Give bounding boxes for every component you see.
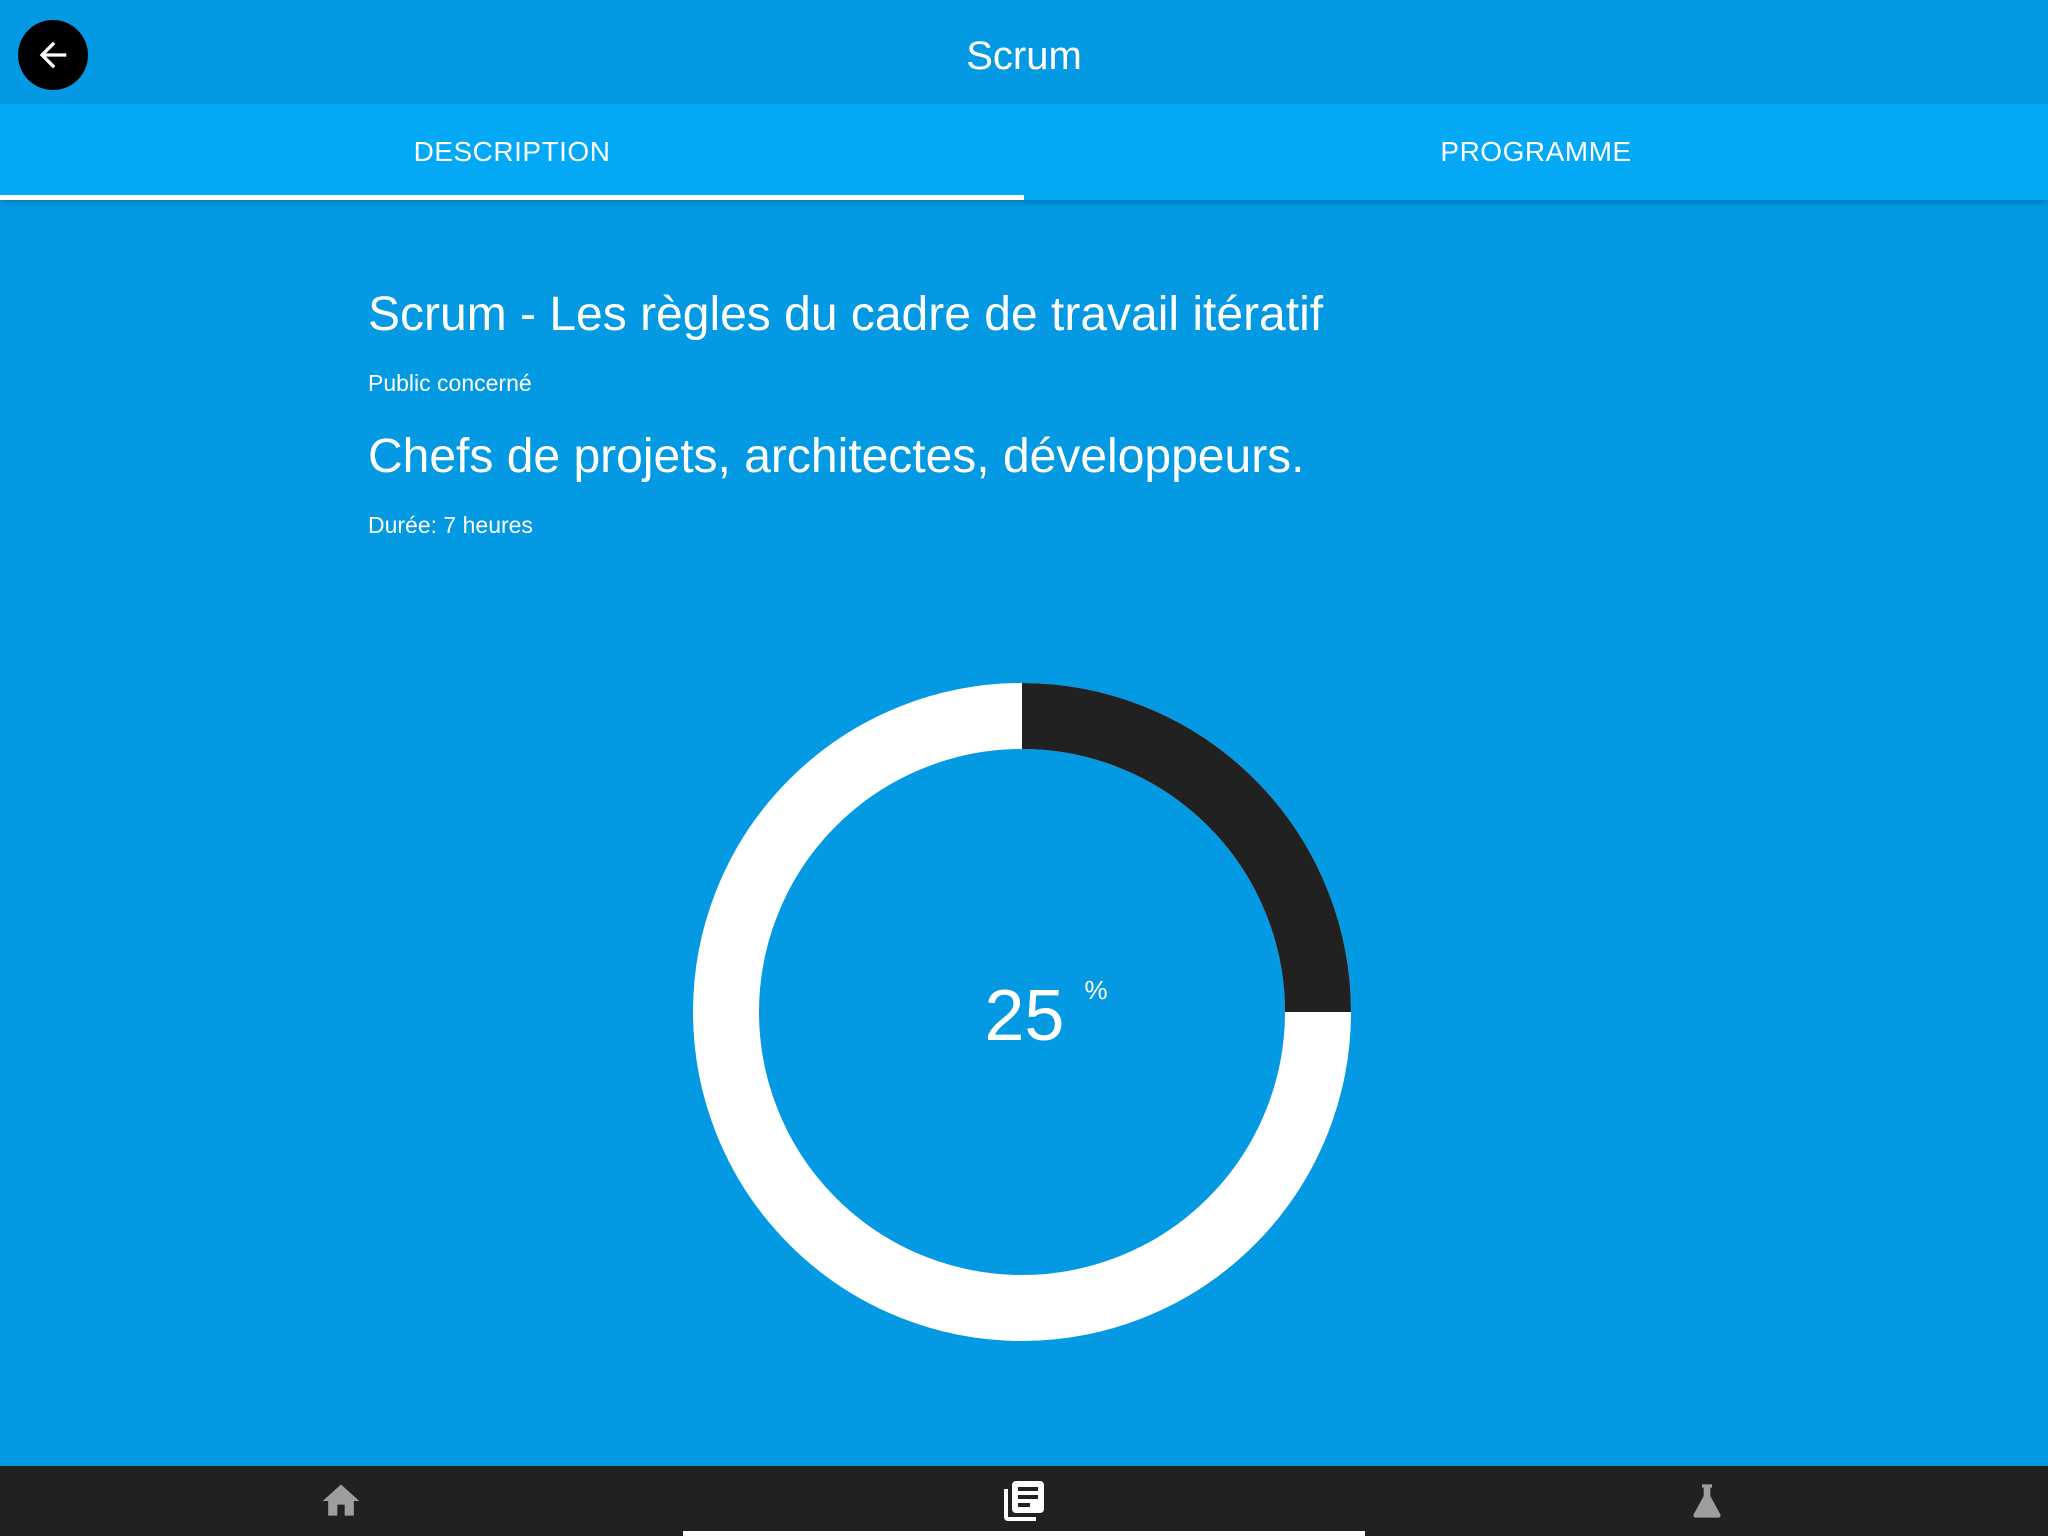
tab-selected-indicator	[0, 195, 1024, 200]
flask-icon	[1693, 1484, 1721, 1518]
progress-donut: 25 %	[690, 680, 1354, 1344]
audience-label: Public concerné	[368, 370, 532, 396]
top-app-bar: Scrum	[0, 0, 2048, 104]
progress-value-wrap: 25 %	[690, 680, 1354, 1344]
app-root: Scrum DESCRIPTION PROGRAMME Scrum - Les …	[0, 0, 2048, 1536]
nav-lab[interactable]	[1365, 1466, 2048, 1536]
description-content: Scrum - Les règles du cadre de travail i…	[368, 280, 1668, 540]
course-title: Scrum - Les règles du cadre de travail i…	[368, 288, 1324, 341]
audience-value: Chefs de projets, architectes, développe…	[368, 430, 1305, 483]
tab-programme-label: PROGRAMME	[1440, 136, 1632, 167]
bottom-navigation	[0, 1466, 2048, 1536]
library-books-icon	[1004, 1481, 1044, 1521]
progress-value: 25	[984, 976, 1065, 1056]
tab-description[interactable]: DESCRIPTION	[0, 104, 1024, 200]
progress-unit: %	[1084, 974, 1108, 1005]
nav-library[interactable]	[682, 1466, 1366, 1536]
tab-bar: DESCRIPTION PROGRAMME	[0, 104, 2048, 200]
nav-selected-indicator	[682, 1531, 1366, 1536]
home-icon	[322, 1484, 360, 1516]
page-title: Scrum	[966, 34, 1082, 78]
nav-home[interactable]	[0, 1466, 683, 1536]
duration-text: Durée: 7 heures	[368, 512, 533, 538]
tab-programme[interactable]: PROGRAMME	[1024, 104, 2048, 200]
tab-description-label: DESCRIPTION	[413, 136, 611, 167]
